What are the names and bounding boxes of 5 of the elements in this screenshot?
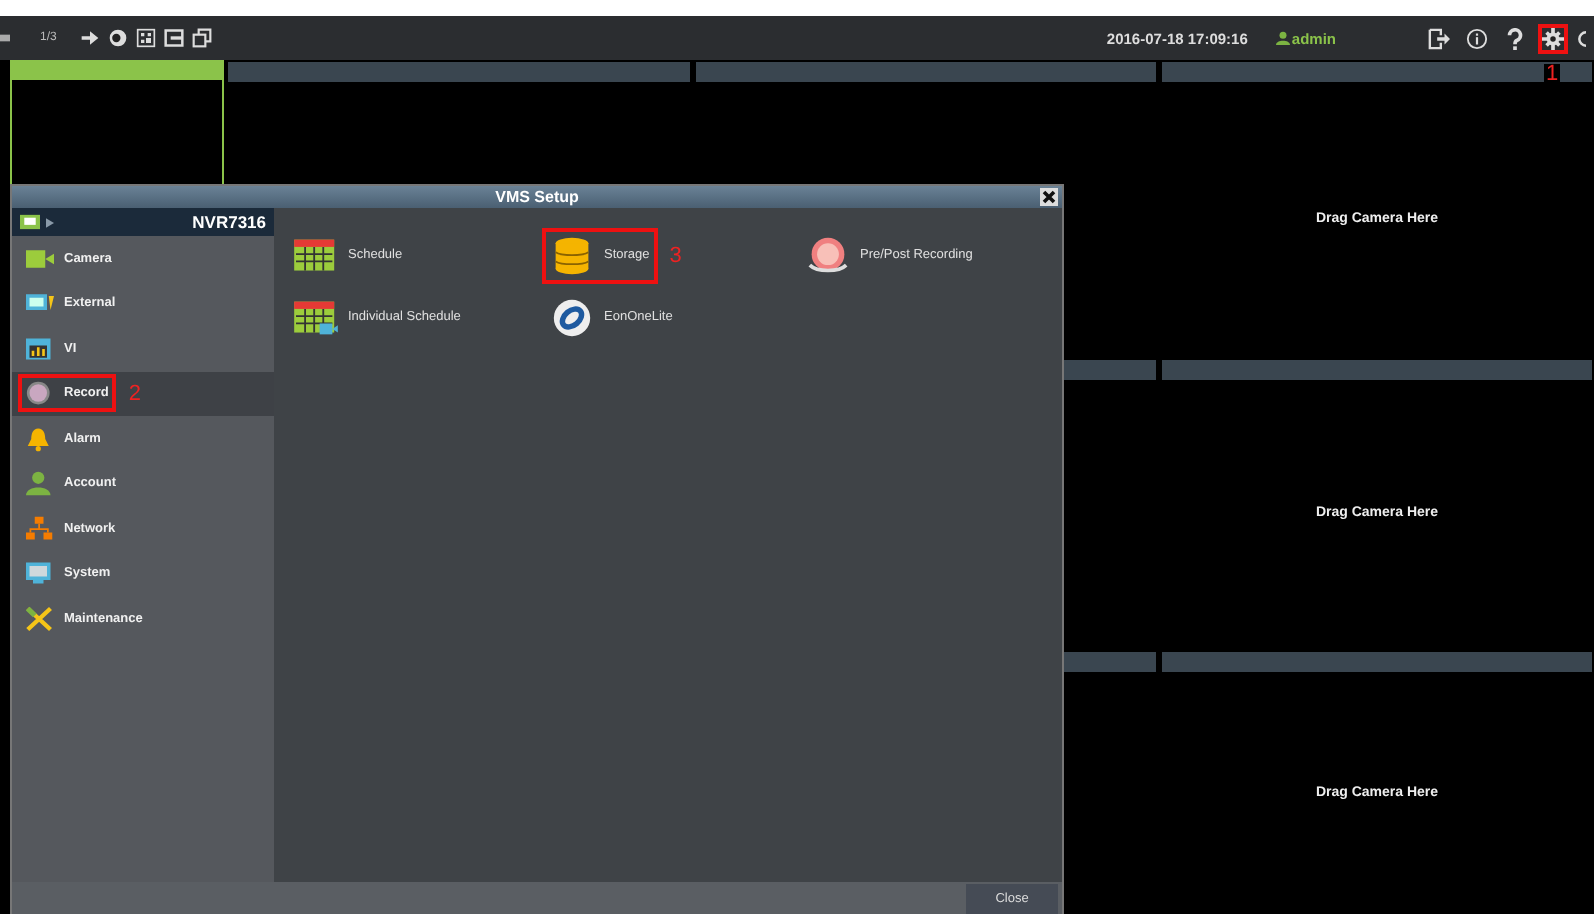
dialog-title: VMS Setup [495,188,579,206]
device-name: NVR7316 [192,212,266,232]
annotation-number: 1 [1544,63,1561,85]
annotation-number: 3 [669,243,682,267]
annotation-number: 2 [128,381,142,406]
